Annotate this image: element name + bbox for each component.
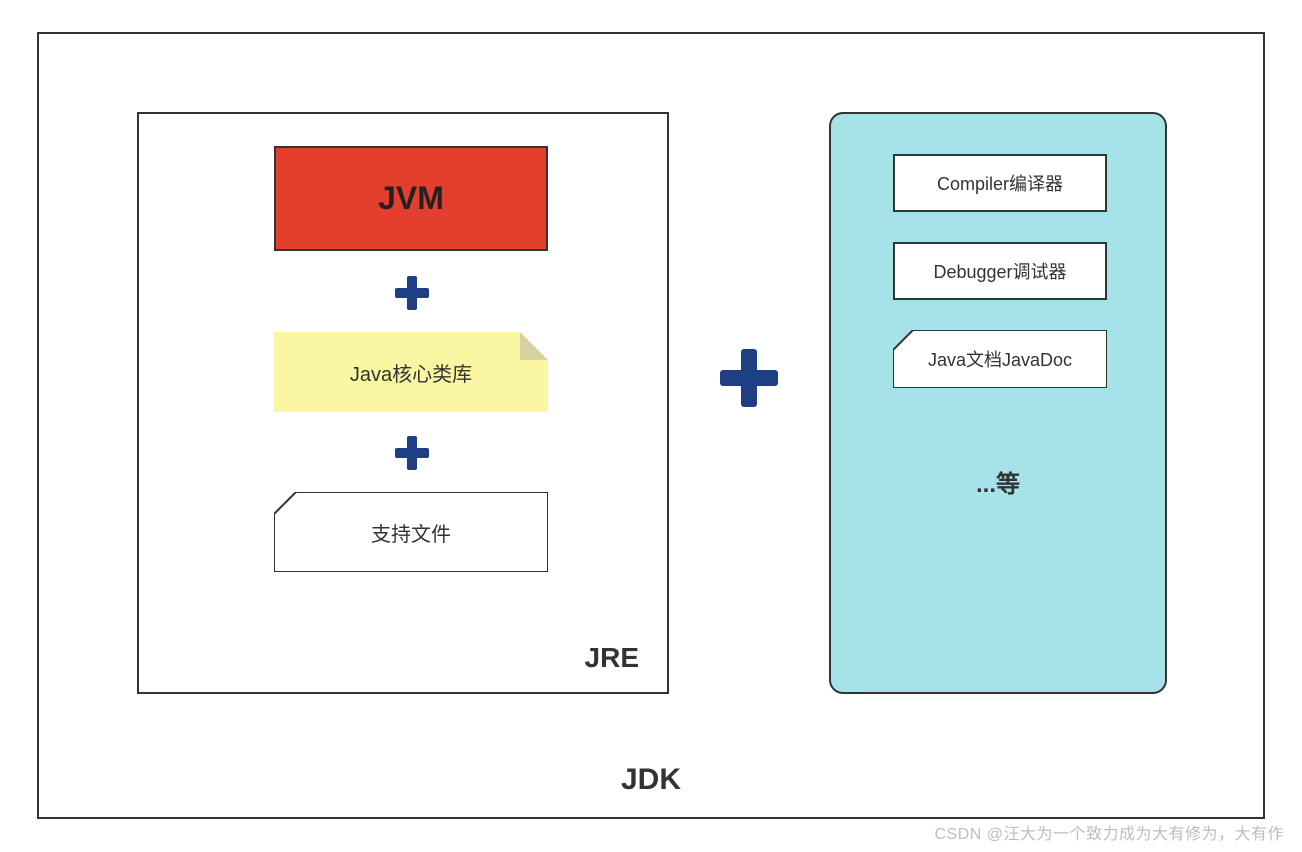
plus-icon: [717, 346, 781, 410]
tools-container: Compiler编译器 Debugger调试器 Java文档JavaDoc ..…: [829, 112, 1167, 694]
jdk-container: JVM Java核心类库 支持文件 JRE: [37, 32, 1265, 819]
javadoc-box: Java文档JavaDoc: [893, 330, 1107, 388]
jre-label: JRE: [585, 642, 639, 674]
etc-label: ...等: [831, 464, 1165, 499]
jvm-box: JVM: [274, 146, 548, 251]
compiler-label: Compiler编译器: [937, 170, 1063, 196]
jvm-label: JVM: [378, 180, 444, 217]
plus-icon: [393, 274, 431, 312]
jdk-label: JDK: [39, 763, 1263, 797]
compiler-box: Compiler编译器: [893, 154, 1107, 212]
support-file-label: 支持文件: [274, 492, 548, 572]
javadoc-label: Java文档JavaDoc: [893, 330, 1107, 388]
watermark-text: CSDN @汪大为一个致力成为大有修为，大有作: [934, 820, 1284, 844]
debugger-box: Debugger调试器: [893, 242, 1107, 300]
page-fold-icon: [520, 332, 548, 360]
plus-icon: [393, 434, 431, 472]
corelib-box: Java核心类库: [274, 332, 548, 412]
debugger-label: Debugger调试器: [933, 258, 1066, 284]
jre-container: JVM Java核心类库 支持文件 JRE: [137, 112, 669, 694]
corelib-label: Java核心类库: [350, 358, 472, 387]
support-file-box: 支持文件: [274, 492, 548, 572]
